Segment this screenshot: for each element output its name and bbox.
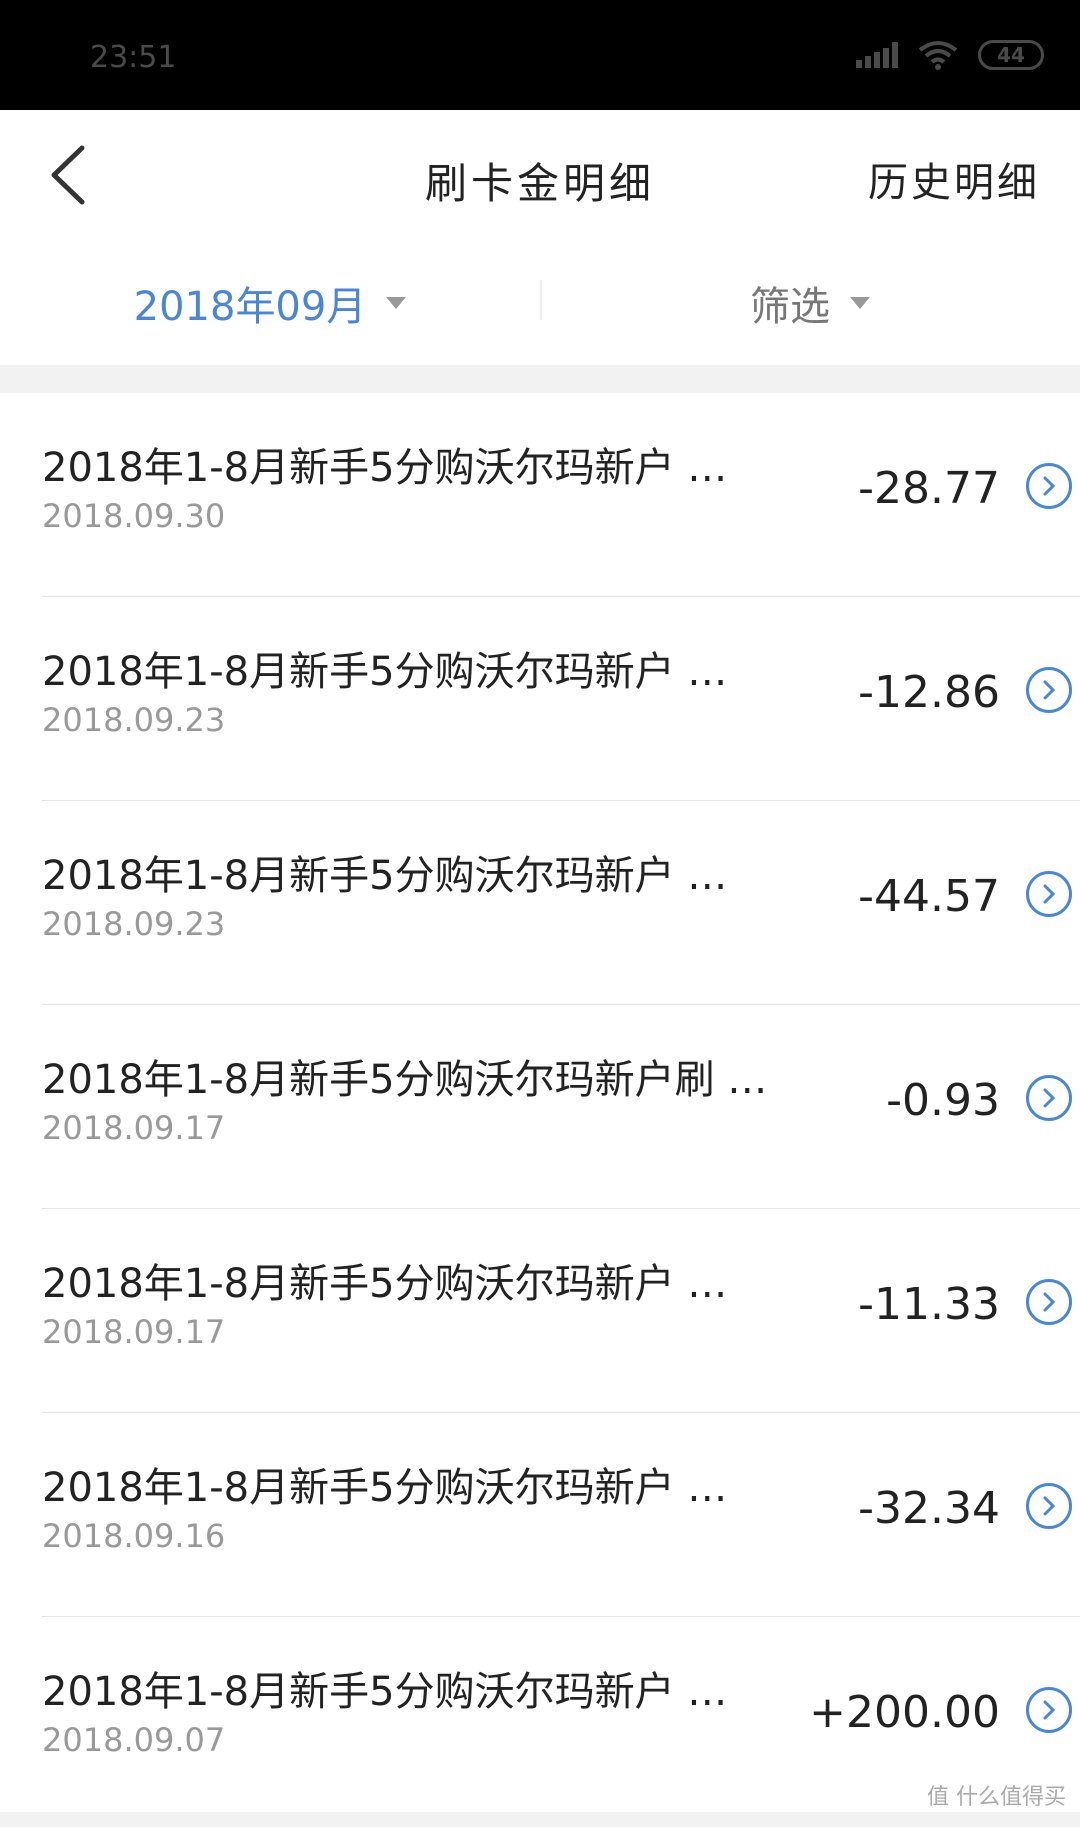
item-amount: -11.33 <box>858 1279 1000 1330</box>
item-date: 2018.09.16 <box>42 1517 226 1555</box>
watermark: 值 什么值得买 <box>927 1785 1066 1810</box>
item-date: 2018.09.30 <box>42 497 226 535</box>
item-date: 2018.09.17 <box>42 1109 226 1147</box>
battery-indicator: 44 <box>978 40 1044 70</box>
status-bar: 23:51 44 <box>0 0 1080 110</box>
item-title: 2018年1-8月新手5分购沃尔玛新户 … <box>42 649 728 695</box>
filter-button[interactable]: 筛选 <box>540 240 1080 365</box>
caret-down-icon <box>850 296 870 309</box>
item-amount: -44.57 <box>858 871 1000 922</box>
filter-label: 筛选 <box>750 283 830 330</box>
month-label: 2018年09月 <box>133 283 367 330</box>
status-icons: 44 <box>856 40 1044 70</box>
item-date: 2018.09.23 <box>42 701 226 739</box>
list-item[interactable]: 2018年1-8月新手5分购沃尔玛新户刷 … 2018.09.17 -0.93 <box>42 1005 1080 1209</box>
filter-bar: 2018年09月 筛选 <box>0 240 1080 365</box>
list-item[interactable]: 2018年1-8月新手5分购沃尔玛新户 … 2018.09.16 -32.34 <box>42 1413 1080 1617</box>
item-date: 2018.09.23 <box>42 905 226 943</box>
history-details-button[interactable]: 历史明细 <box>868 150 1040 208</box>
nav-bar: 刷卡金明细 历史明细 <box>0 110 1080 240</box>
list-item[interactable]: 2018年1-8月新手5分购沃尔玛新户 … 2018.09.07 +200.00 <box>42 1617 1080 1820</box>
item-title: 2018年1-8月新手5分购沃尔玛新户 … <box>42 1465 728 1511</box>
item-amount: -32.34 <box>858 1483 1000 1534</box>
month-selector[interactable]: 2018年09月 <box>0 240 540 365</box>
item-date: 2018.09.07 <box>42 1721 226 1759</box>
chevron-right-circle-icon[interactable] <box>1026 871 1072 917</box>
item-amount: -28.77 <box>858 463 1000 514</box>
item-title: 2018年1-8月新手5分购沃尔玛新户 … <box>42 1669 728 1715</box>
list-item[interactable]: 2018年1-8月新手5分购沃尔玛新户 … 2018.09.30 -28.77 <box>42 393 1080 597</box>
list-item[interactable]: 2018年1-8月新手5分购沃尔玛新户 … 2018.09.17 -11.33 <box>42 1209 1080 1413</box>
item-title: 2018年1-8月新手5分购沃尔玛新户刷 … <box>42 1057 768 1103</box>
item-amount: -0.93 <box>886 1075 1000 1126</box>
item-title: 2018年1-8月新手5分购沃尔玛新户 … <box>42 1261 728 1307</box>
item-amount: -12.86 <box>858 667 1000 718</box>
bottom-band <box>0 1812 1080 1827</box>
list-item[interactable]: 2018年1-8月新手5分购沃尔玛新户 … 2018.09.23 -12.86 <box>42 597 1080 801</box>
chevron-right-circle-icon[interactable] <box>1026 1279 1072 1325</box>
item-amount: +200.00 <box>809 1687 1000 1738</box>
signal-icon <box>856 42 898 68</box>
chevron-right-circle-icon[interactable] <box>1026 1075 1072 1121</box>
caret-down-icon <box>386 296 407 309</box>
chevron-right-circle-icon[interactable] <box>1026 463 1072 509</box>
list-item[interactable]: 2018年1-8月新手5分购沃尔玛新户 … 2018.09.23 -44.57 <box>42 801 1080 1005</box>
item-title: 2018年1-8月新手5分购沃尔玛新户 … <box>42 853 728 899</box>
chevron-right-circle-icon[interactable] <box>1026 1483 1072 1529</box>
transaction-list: 2018年1-8月新手5分购沃尔玛新户 … 2018.09.30 -28.77 … <box>0 393 1080 1820</box>
status-time: 23:51 <box>90 40 177 75</box>
section-divider <box>0 365 1080 393</box>
chevron-right-circle-icon[interactable] <box>1026 1687 1072 1733</box>
wifi-icon <box>918 41 958 70</box>
chevron-right-circle-icon[interactable] <box>1026 667 1072 713</box>
item-title: 2018年1-8月新手5分购沃尔玛新户 … <box>42 445 728 491</box>
item-date: 2018.09.17 <box>42 1313 226 1351</box>
